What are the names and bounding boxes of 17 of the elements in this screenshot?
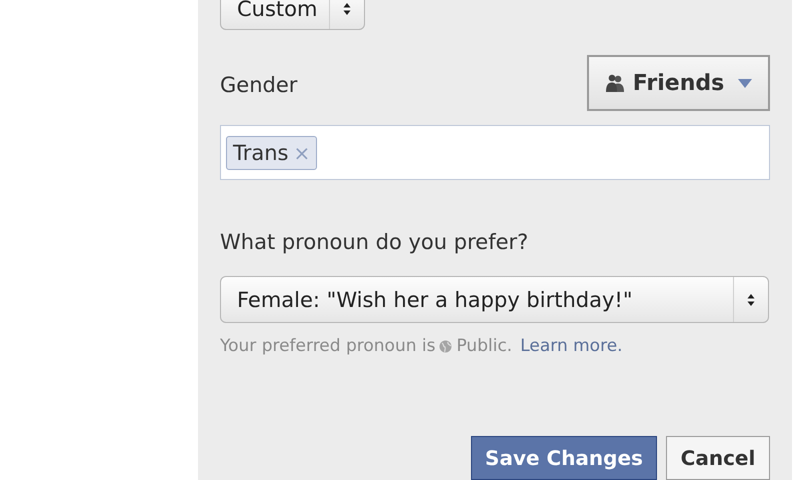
gender-label: Gender [220, 72, 298, 97]
save-button[interactable]: Save Changes [471, 436, 657, 480]
cancel-button[interactable]: Cancel [666, 436, 770, 480]
updown-arrows-icon [343, 2, 351, 16]
tag-label: Trans [233, 140, 288, 164]
custom-select[interactable]: Custom [220, 0, 365, 30]
globe-icon [439, 340, 452, 352]
people-icon [604, 73, 625, 93]
audience-button[interactable]: Friends [587, 55, 770, 111]
tag-input-field[interactable]: Trans × [220, 125, 770, 180]
audience-text: Public. [456, 336, 512, 356]
note-text: Your preferred pronoun is [220, 336, 436, 356]
updown-arrows-icon [747, 292, 755, 306]
pronoun-question: What pronoun do you prefer? [220, 230, 530, 254]
learn-more-link[interactable]: Learn more. [520, 336, 623, 356]
pronoun-select[interactable]: Female: "Wish her a happy birthday!" [220, 276, 769, 323]
caret-icon [738, 78, 752, 88]
